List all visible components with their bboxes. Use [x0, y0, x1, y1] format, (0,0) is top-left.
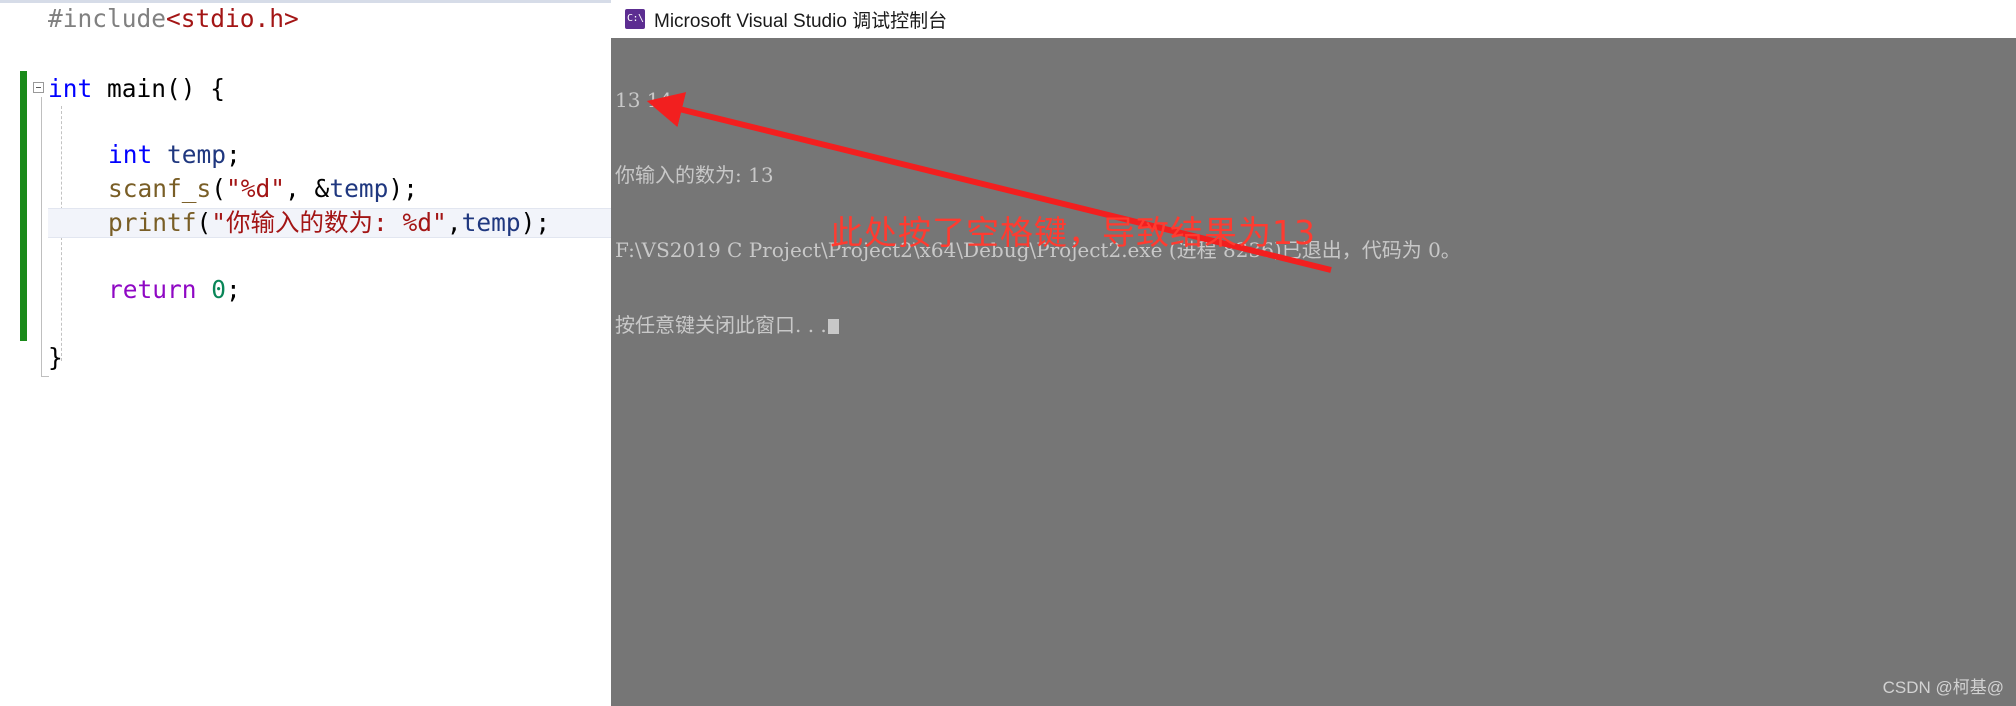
console-line-3-text: 按任意键关闭此窗口. . .: [615, 313, 827, 337]
code-token-printf-call-5: );: [520, 208, 551, 237]
code-token-main-signature-1: main() {: [92, 74, 226, 103]
code-token-printf-call-0: printf: [108, 208, 197, 237]
code-token-scanf-call-2: "%d": [226, 174, 286, 203]
code-token-return-stmt-1: [197, 275, 212, 304]
code-line-decl-temp: int temp;: [108, 138, 241, 171]
code-token-return-stmt-3: ;: [226, 275, 241, 304]
debug-console-window[interactable]: Microsoft Visual Studio 调试控制台 13 14 你输入的…: [611, 0, 2016, 706]
code-token-include-0: #include: [48, 4, 167, 33]
code-editor-pane[interactable]: #include<stdio.h> int main() { int temp;…: [0, 0, 611, 706]
code-line-close-brace: }: [48, 341, 63, 374]
code-token-return-stmt-0: return: [108, 275, 197, 304]
code-token-main-signature-0: int: [48, 74, 93, 103]
console-title-label: Microsoft Visual Studio 调试控制台: [654, 10, 948, 32]
editor-scope-guide-foot: [41, 376, 49, 377]
code-token-close-brace-0: }: [48, 343, 63, 372]
console-output-area[interactable]: 13 14 你输入的数为: 13 F:\VS2019 C Project\Pro…: [611, 38, 2016, 706]
code-token-scanf-call-3: , &: [285, 174, 330, 203]
code-token-printf-call-1: (: [196, 208, 212, 237]
code-token-printf-call-2: "你输入的数为: %d": [211, 208, 447, 237]
code-line-return-stmt: return 0;: [108, 273, 241, 306]
code-token-decl-temp-3: ;: [226, 140, 241, 169]
code-token-scanf-call-0: scanf_s: [108, 174, 212, 203]
code-token-scanf-call-1: (: [211, 174, 227, 203]
code-line-scanf-call: scanf_s("%d", &temp);: [108, 172, 418, 205]
console-line-3: 按任意键关闭此窗口. . .: [615, 313, 1461, 338]
code-token-scanf-call-5: );: [388, 174, 418, 203]
console-title-bar[interactable]: Microsoft Visual Studio 调试控制台: [611, 0, 2016, 38]
console-cursor-block: [827, 319, 839, 334]
code-line-main-signature: int main() {: [48, 72, 225, 105]
code-token-include-1: <stdio.h>: [166, 4, 299, 33]
editor-code-text[interactable]: #include<stdio.h> int main() { int temp;…: [0, 0, 611, 372]
code-token-decl-temp-0: int: [108, 140, 153, 169]
code-token-printf-call-4: temp: [461, 208, 521, 237]
csdn-watermark: CSDN @柯基@: [1882, 678, 2004, 697]
annotation-label: 此处按了空格键，导致结果为13: [830, 213, 1316, 252]
console-window-icon: [625, 9, 645, 29]
code-line-include: #include<stdio.h>: [48, 2, 299, 35]
code-token-scanf-call-4: temp: [329, 174, 389, 203]
code-token-decl-temp-2: temp: [167, 140, 227, 169]
code-token-printf-call-3: ,: [446, 208, 462, 237]
console-line-1: 你输入的数为: 13: [615, 163, 774, 187]
code-token-decl-temp-1: [152, 140, 167, 169]
code-token-return-stmt-2: 0: [211, 275, 227, 304]
code-line-printf-call: printf("你输入的数为: %d",temp);: [108, 206, 550, 239]
console-line-0: 13 14: [615, 88, 673, 112]
